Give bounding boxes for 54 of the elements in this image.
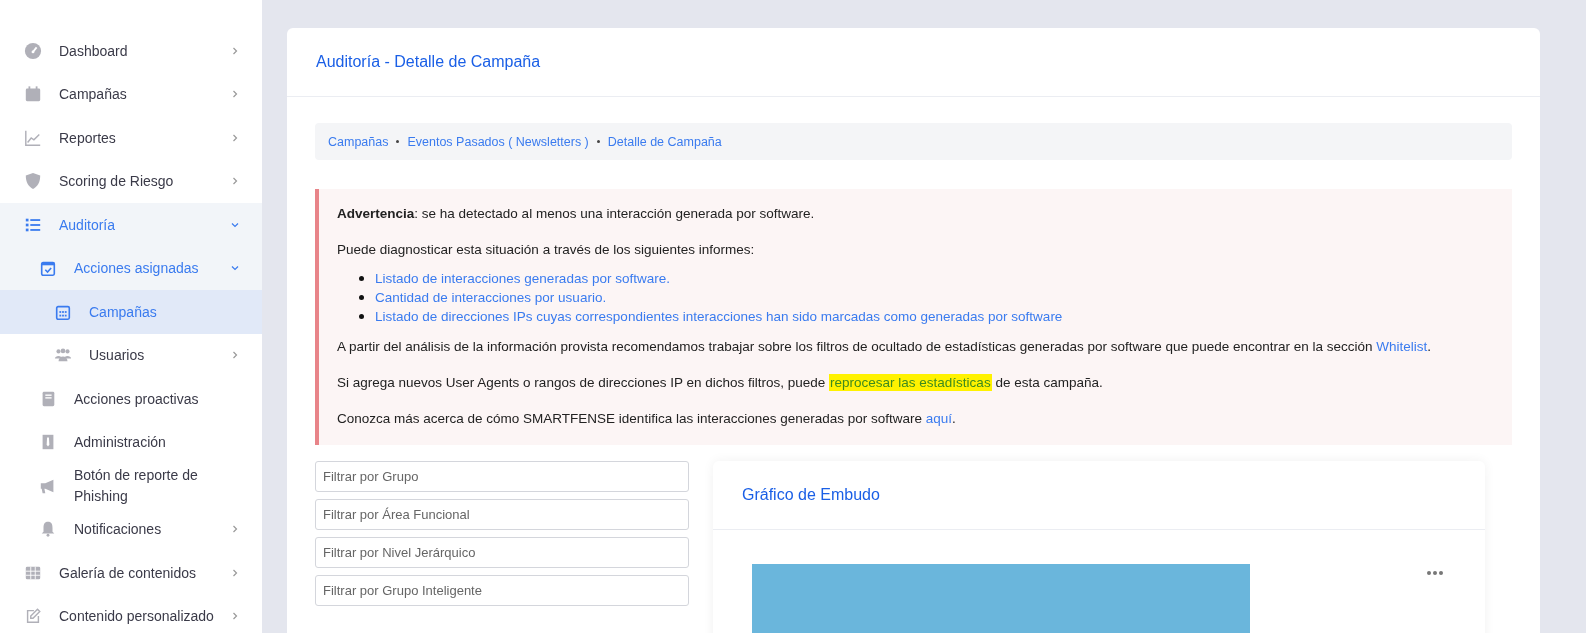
warning-text: A partir del análisis de la información provista recomendamos trabajar sobre los filtros de ocultado de estadísticas generadas por software que puede encontrar en la sección Whitelist.	[337, 337, 1433, 356]
bullet-icon	[359, 275, 364, 281]
chevron-right-icon	[230, 611, 240, 622]
warning-text: Conozca más acerca de cómo SMARTFENSE identifica las interacciones generadas por software aquí.	[337, 409, 957, 428]
sidebar-item[interactable]: Dashboard	[0, 29, 262, 73]
edit-icon	[24, 607, 42, 626]
report-link[interactable]: Listado de direcciones IPs cuyas correspondientes interacciones han sido marcadas como generadas por software	[375, 306, 1063, 326]
bell-icon	[39, 520, 57, 539]
report-link[interactable]: Cantidad de interacciones por usuario.	[375, 287, 607, 307]
chevron-right-icon	[230, 132, 240, 143]
warning-text: Puede diagnosticar esta situación a través de los siguientes informes:	[337, 240, 756, 259]
more-options-icon[interactable]	[1426, 569, 1444, 576]
chevron-right-icon	[230, 176, 240, 187]
line-chart-icon	[24, 128, 42, 147]
warning-text: Advertencia: se ha detectado al menos una interacción generada por software.	[337, 205, 816, 223]
bullet-icon	[359, 313, 364, 319]
page-title: Auditoría - Detalle de Campaña	[316, 53, 541, 71]
sidebar-item[interactable]: Administración	[0, 420, 262, 464]
inline-link[interactable]: aquí	[925, 410, 953, 426]
sidebar-item[interactable]: Acciones asignadas	[0, 246, 262, 290]
chevron-right-icon	[230, 524, 240, 535]
chevron-right-icon	[230, 45, 240, 56]
chevron-right-icon	[230, 350, 240, 361]
warning-text: Si agrega nuevos User Agents o rangos de direcciones IP en dichos filtros, puede reprocesar las estadísticas de esta campaña.	[337, 372, 1104, 393]
sidebar-item[interactable]: Galería de contenidos	[0, 551, 262, 595]
filter-field[interactable]: Filtrar por Nivel Jerárquico	[315, 536, 689, 568]
breadcrumb-separator	[396, 140, 400, 143]
calendar-icon	[24, 85, 42, 104]
breadcrumb-link[interactable]: Campañas	[328, 134, 389, 149]
calendar-check-icon	[39, 259, 57, 278]
sidebar-item[interactable]: Contenido personalizado	[0, 594, 262, 633]
sidebar-item[interactable]: Notificaciones	[0, 507, 262, 551]
sidebar-item[interactable]: Botón de reporte de Phishing	[0, 464, 262, 508]
filter-field[interactable]: Filtrar por Área Funcional	[315, 498, 689, 530]
chevron-right-icon	[230, 89, 240, 100]
sidebar-item[interactable]: Usuarios	[0, 333, 262, 377]
sidebar-item[interactable]: Auditoría	[0, 203, 262, 247]
breadcrumb-link[interactable]: Eventos Pasados ( Newsletters )	[407, 134, 589, 149]
sidebar-item[interactable]: Campañas	[0, 290, 262, 334]
highlighted-link[interactable]: reprocesar las estadísticas	[829, 373, 992, 391]
sidebar-item[interactable]: Campañas	[0, 72, 262, 116]
chart-title: Gráfico de Embudo	[742, 485, 880, 504]
breadcrumb-separator	[596, 140, 600, 143]
report-link[interactable]: Listado de interacciones generadas por software.	[375, 268, 670, 288]
bullet-icon	[359, 294, 364, 300]
gauge-icon	[24, 41, 42, 60]
sidebar-item[interactable]: Acciones proactivas	[0, 377, 262, 421]
sidebar-item[interactable]: Scoring de Riesgo	[0, 159, 262, 203]
chevron-right-icon	[230, 567, 240, 578]
sidebar-item[interactable]: Reportes	[0, 116, 262, 160]
filter-field[interactable]: Filtrar por Grupo Inteligente	[315, 574, 689, 606]
breadcrumb-link[interactable]: Detalle de Campaña	[607, 134, 722, 149]
filter-field[interactable]: Filtrar por Grupo	[315, 460, 689, 492]
shield-icon	[24, 172, 42, 191]
